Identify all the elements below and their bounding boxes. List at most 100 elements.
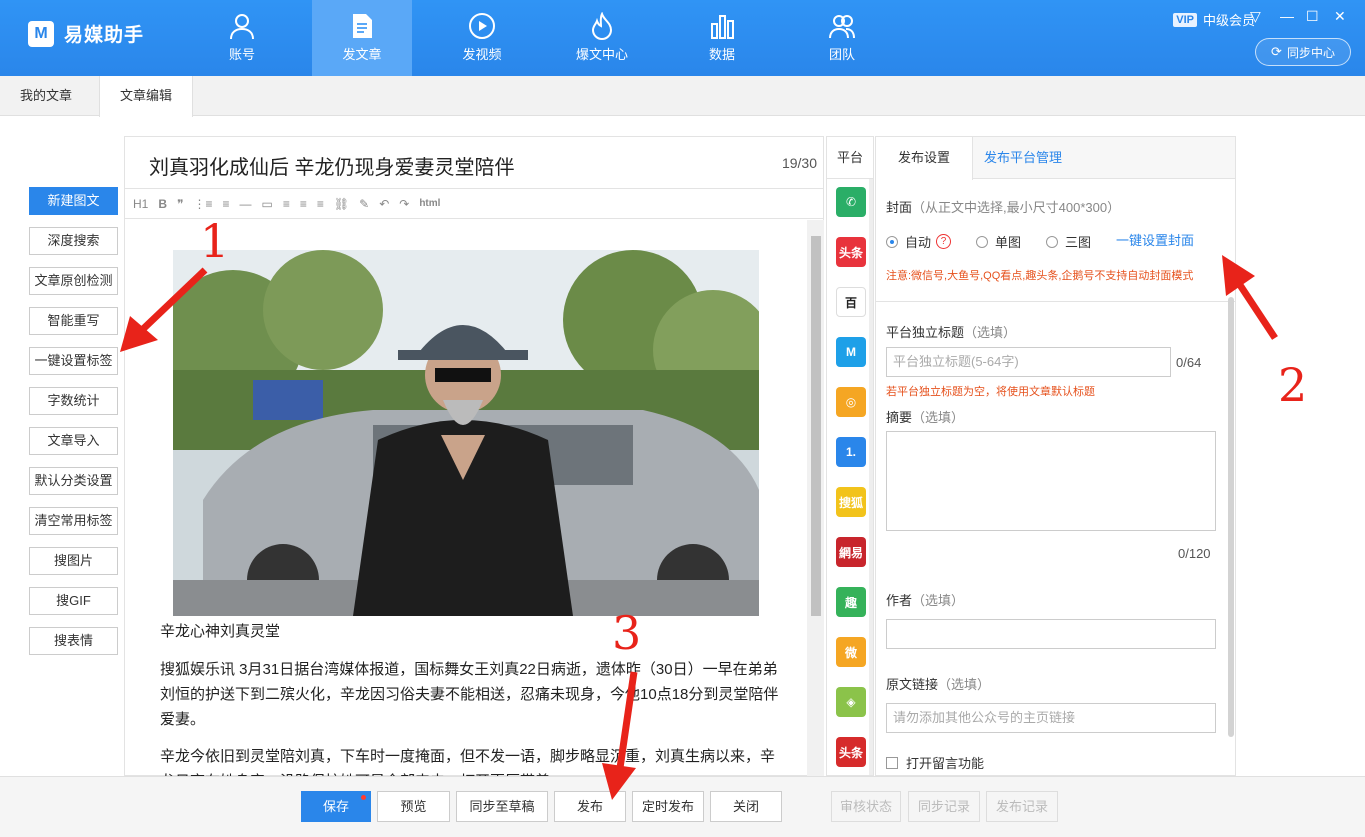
sync-record-button[interactable]: 同步记录 [908, 791, 980, 822]
html-source-icon[interactable]: html [419, 198, 440, 209]
align-right-icon[interactable]: ≡ [317, 197, 324, 211]
horizontal-rule-icon[interactable]: — [240, 197, 252, 211]
member-level: 中级会员 [1202, 13, 1255, 28]
baijia-icon[interactable]: 百 [836, 287, 866, 317]
search-gif-button[interactable]: 搜GIF [29, 587, 118, 615]
cover-single-radio[interactable]: 单图 [976, 232, 1021, 251]
bold-icon[interactable]: B [158, 197, 167, 211]
insert-image-icon[interactable]: ▭ [262, 197, 273, 211]
platform-scrollbar[interactable] [869, 179, 873, 775]
sohu-icon[interactable]: 搜狐 [836, 487, 866, 517]
radio-label: 三图 [1065, 235, 1092, 250]
editor-content[interactable]: 辛龙心神刘真灵堂 搜狐娱乐讯 3月31日据台湾媒体报道，国标舞女王刘真22日病逝… [125, 220, 807, 776]
publish-record-button[interactable]: 发布记录 [986, 791, 1058, 822]
scrollbar-thumb[interactable] [811, 236, 821, 616]
enable-comments-checkbox[interactable]: 打开留言功能 [886, 753, 984, 772]
nav-item-data[interactable]: 数据 [672, 0, 772, 76]
tab-article-edit[interactable]: 文章编辑 [99, 76, 194, 117]
tab-my-articles[interactable]: 我的文章 [0, 76, 92, 116]
new-article-button[interactable]: 新建图文 [29, 187, 118, 215]
qie-icon[interactable]: ◈ [836, 687, 866, 717]
heading-icon[interactable]: H1 [133, 197, 148, 211]
dayu-icon[interactable]: M [836, 337, 866, 367]
nav-item-post-video[interactable]: 发视频 [432, 0, 532, 76]
qutoutiao-icon[interactable]: 趣 [836, 587, 866, 617]
nav-item-account[interactable]: 账号 [192, 0, 292, 76]
membership-info[interactable]: VIP 中级会员 [1173, 10, 1255, 29]
yidian-icon[interactable]: 1. [836, 437, 866, 467]
cover-auto-radio[interactable]: 自动? [886, 232, 952, 251]
nav-label: 爆文中心 [575, 47, 628, 62]
annotation-number-2: 2 [1278, 358, 1308, 412]
align-left-icon[interactable]: ≡ [283, 197, 290, 211]
radio-label: 自动 [905, 235, 932, 250]
clear-tags-button[interactable]: 清空常用标签 [29, 507, 118, 535]
netease-icon[interactable]: 網易 [836, 537, 866, 567]
sync-center-button[interactable]: ⟳ 同步中心 [1255, 38, 1351, 66]
sync-draft-button[interactable]: 同步至草稿 [456, 791, 548, 822]
help-icon[interactable]: ? [936, 234, 952, 249]
qq-kandian-icon[interactable]: ◎ [836, 387, 866, 417]
set-tags-button[interactable]: 一键设置标签 [29, 347, 118, 375]
settings-scrollbar[interactable] [1228, 297, 1234, 737]
nav-label: 发视频 [462, 47, 502, 62]
summary-textarea[interactable] [886, 431, 1216, 531]
document-icon [353, 14, 372, 38]
cover-triple-radio[interactable]: 三图 [1046, 232, 1091, 251]
platform-list: 平台 ✆ 头条百 M ◎ 1. 搜狐 網易趣微 ◈ 头条 [826, 136, 874, 776]
nav-item-team[interactable]: 团队 [792, 0, 892, 76]
editor-scrollbar[interactable] [807, 220, 824, 776]
platform-title-count: 0/64 [1176, 355, 1202, 370]
preview-button[interactable]: 预览 [377, 791, 450, 822]
annotation-number-1: 1 [200, 214, 230, 268]
article-photo[interactable] [173, 250, 759, 616]
smart-rewrite-button[interactable]: 智能重写 [29, 307, 118, 335]
undo-icon[interactable]: ↶ [379, 197, 389, 211]
link-icon[interactable]: ⛓ [334, 197, 349, 211]
toutiao2-icon[interactable]: 头条 [836, 737, 866, 767]
unordered-list-icon[interactable]: ≡ [223, 197, 230, 211]
source-link-input[interactable]: 请勿添加其他公众号的主页链接 [886, 703, 1216, 733]
cover-hint: （从正文中选择,最小尺寸400*300） [912, 200, 1121, 215]
minimize-icon[interactable]: — [1280, 8, 1294, 24]
summary-label: 摘要（选填） [886, 407, 964, 426]
top-navigation-bar: M 易媒助手 账号 发文章 发视频 爆文中心 数据 团队 VIP 中级会员 ▽ … [0, 0, 1365, 76]
word-count-button[interactable]: 字数统计 [29, 387, 118, 415]
article-title-input[interactable]: 刘真羽化成仙后 辛龙仍现身爱妻灵堂陪伴 [149, 151, 515, 180]
close-window-icon[interactable]: ✕ [1334, 8, 1346, 25]
redo-icon[interactable]: ↷ [399, 197, 409, 211]
schedule-publish-button[interactable]: 定时发布 [632, 791, 704, 822]
toutiao-icon[interactable]: 头条 [836, 237, 866, 267]
align-center-icon[interactable]: ≡ [300, 197, 307, 211]
platform-title-input[interactable]: 平台独立标题(5-64字) [886, 347, 1171, 377]
close-button[interactable]: 关闭 [710, 791, 782, 822]
refresh-icon: ⟳ [1271, 44, 1282, 59]
import-article-button[interactable]: 文章导入 [29, 427, 118, 455]
deep-search-button[interactable]: 深度搜索 [29, 227, 118, 255]
clear-format-icon[interactable]: ✎ [359, 197, 369, 211]
title-char-count: 19/30 [781, 155, 817, 171]
tab-publish-settings[interactable]: 发布设置 [876, 137, 974, 180]
wechat-icon[interactable]: ✆ [836, 187, 866, 217]
maximize-icon[interactable]: ☐ [1306, 8, 1319, 25]
review-status-button[interactable]: 审核状态 [831, 791, 901, 822]
tab-platform-management[interactable]: 发布平台管理 [962, 137, 1084, 179]
tab-bar: 我的文章 文章编辑 [0, 76, 1365, 117]
search-emoji-button[interactable]: 搜表情 [29, 627, 118, 655]
nav-item-post-article[interactable]: 发文章 [312, 0, 412, 76]
search-images-button[interactable]: 搜图片 [29, 547, 118, 575]
author-input[interactable] [886, 619, 1216, 649]
weibo-icon[interactable]: 微 [836, 637, 866, 667]
save-button[interactable]: 保存 [301, 791, 371, 822]
author-label: 作者（选填） [886, 590, 964, 609]
radio-label: 单图 [995, 235, 1022, 250]
author-label-text: 作者 [886, 593, 913, 608]
nav-item-hot-articles[interactable]: 爆文中心 [552, 0, 652, 76]
menu-dropdown-icon[interactable]: ▽ [1250, 8, 1261, 25]
default-category-button[interactable]: 默认分类设置 [29, 467, 118, 495]
publish-button[interactable]: 发布 [554, 791, 626, 822]
quick-set-cover-link[interactable]: 一键设置封面 [1116, 230, 1194, 249]
originality-check-button[interactable]: 文章原创检测 [29, 267, 118, 295]
ordered-list-icon[interactable]: ⋮≡ [193, 197, 212, 211]
quote-icon[interactable]: ❞ [177, 197, 183, 211]
